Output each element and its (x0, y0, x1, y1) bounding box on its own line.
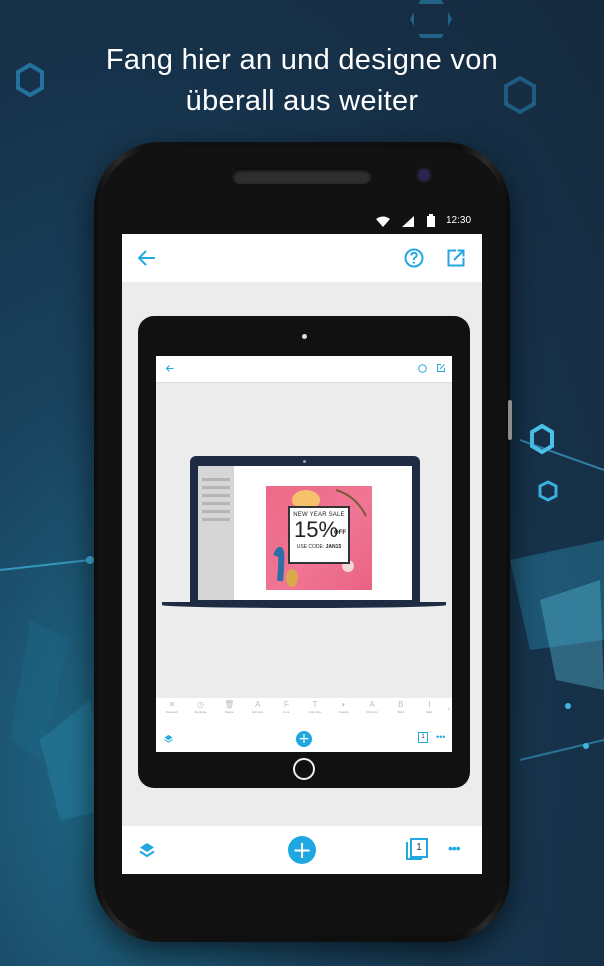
toolbar-item: ◷ Duplicate (187, 700, 215, 715)
add-element-button[interactable]: + (288, 836, 316, 864)
promo-text-box: NEW YEAR SALE 15% OFF USE CODE: JAN15 (288, 506, 350, 564)
toolbar-item-label: Fill color (366, 710, 378, 714)
promo-design: NEW YEAR SALE 15% OFF USE CODE: JAN15 (266, 486, 372, 590)
headline-line-2: überall aus weiter (185, 85, 419, 117)
tablet-camera (302, 334, 307, 339)
help-icon[interactable] (404, 248, 424, 268)
tablet-mockup: NEW YEAR SALE 15% OFF USE CODE: JAN15 ✕ … (138, 316, 470, 788)
app-bar (122, 234, 482, 282)
wifi-icon (376, 216, 390, 227)
open-external-icon (437, 364, 445, 372)
promo-code: JAN15 (325, 544, 342, 550)
phone-camera (418, 169, 430, 181)
toolbar-item-label: Bold (397, 710, 404, 714)
add-label: + (298, 731, 310, 747)
add-button: + (296, 731, 312, 747)
page-count: 1 (416, 842, 422, 853)
status-bar: 12:30 (122, 208, 482, 234)
promo-percent: 15% (294, 517, 339, 542)
toolbar-item-label: Deselect (166, 710, 178, 714)
app-screen: NEW YEAR SALE 15% OFF USE CODE: JAN15 ✕ … (122, 234, 482, 874)
laptop-sidebar (198, 466, 234, 600)
page-count: 1 (421, 734, 425, 740)
back-arrow-icon (166, 365, 174, 372)
toolbar-item-label: Font size (308, 710, 322, 714)
promo-off: OFF (334, 530, 346, 536)
toolbar-item-icon: ◷ (197, 700, 205, 709)
laptop-screen: NEW YEAR SALE 15% OFF USE CODE: JAN15 (198, 466, 412, 600)
toolbar-item: 🗑 Delete (215, 700, 243, 715)
toolbar-item-icon: I (428, 700, 431, 709)
add-label: + (291, 836, 313, 864)
toolbar-item-icon: A (255, 700, 261, 709)
toolbar-item-label: Duplicate (194, 710, 207, 714)
more-icon: ••• (436, 732, 446, 742)
toolbar-item-icon: ✕ (168, 700, 176, 709)
laptop-base (162, 602, 446, 608)
toolbar-item-icon: T (312, 700, 318, 709)
more-options-icon[interactable]: ••• (448, 840, 461, 856)
tablet-home-button (293, 758, 315, 780)
toolbar-item-icon: F (283, 700, 289, 709)
pages-icon-front: 1 (410, 838, 428, 858)
edit-toolbar: ✕ Deselect ◷ Duplicate 🗑 Delete A Edit text F Fon… (156, 698, 452, 726)
toolbar-item-label: Edit text (252, 710, 264, 714)
toolbar-item: T Font size (301, 700, 329, 715)
phone-frame: 12:30 NEW YEAR SALE 15% OFF USE CODE: JA… (94, 142, 512, 942)
toolbar-item-label: Italic (426, 710, 433, 714)
toolbar-item: B Bold (387, 700, 415, 715)
headline-line-1: Fang hier an und designe von (105, 44, 499, 76)
tablet-bottom-bar: + 1 ••• (156, 726, 452, 752)
promo-code-label: USE CODE: (296, 544, 325, 550)
help-icon (418, 364, 427, 373)
signal-icon (402, 216, 414, 227)
toolbar-item-label: Opacity (338, 710, 349, 714)
toolbar-item-icon: A (369, 700, 375, 709)
toolbar-item: A Fill color (358, 700, 386, 715)
tablet-screen: NEW YEAR SALE 15% OFF USE CODE: JAN15 ✕ … (156, 356, 452, 752)
status-time: 12:30 (446, 215, 472, 226)
toolbar-item: A Edit text (244, 700, 272, 715)
bottom-bar: + 1 ••• (122, 826, 482, 874)
laptop-mockup: NEW YEAR SALE 15% OFF USE CODE: JAN15 (190, 456, 420, 602)
back-arrow-icon[interactable] (138, 250, 156, 266)
laptop-camera (303, 460, 306, 463)
battery-icon (427, 214, 435, 227)
layers-icon[interactable] (138, 841, 156, 859)
toolbar-item: F Font (272, 700, 300, 715)
toolbar-item-icon: 🗑 (224, 700, 235, 709)
toolbar-item: ◗ Opacity (330, 700, 358, 715)
toolbar-item-icon: ◗ (341, 700, 347, 709)
layers-icon (164, 735, 173, 743)
toolbar-item-label: Font (283, 710, 290, 714)
pages-button[interactable]: 1 (406, 838, 428, 860)
toolbar-item-icon: B (398, 700, 404, 709)
pages-icon: 1 (418, 732, 428, 743)
phone-side-button (508, 400, 512, 440)
phone-speaker (232, 168, 372, 184)
toolbar-item: I Italic (415, 700, 443, 715)
promo-discount: 15% OFF (290, 518, 348, 542)
toolbar-item-label: Delete (224, 710, 234, 714)
toolbar-scroll-chevron-icon: › (447, 706, 450, 713)
promo-code-line: USE CODE: JAN15 (290, 544, 348, 550)
tablet-app-bar (156, 356, 452, 383)
toolbar-item: ✕ Deselect (158, 700, 186, 715)
headline: Fang hier an und designe von überall aus… (0, 40, 604, 122)
open-external-icon[interactable] (447, 249, 465, 267)
